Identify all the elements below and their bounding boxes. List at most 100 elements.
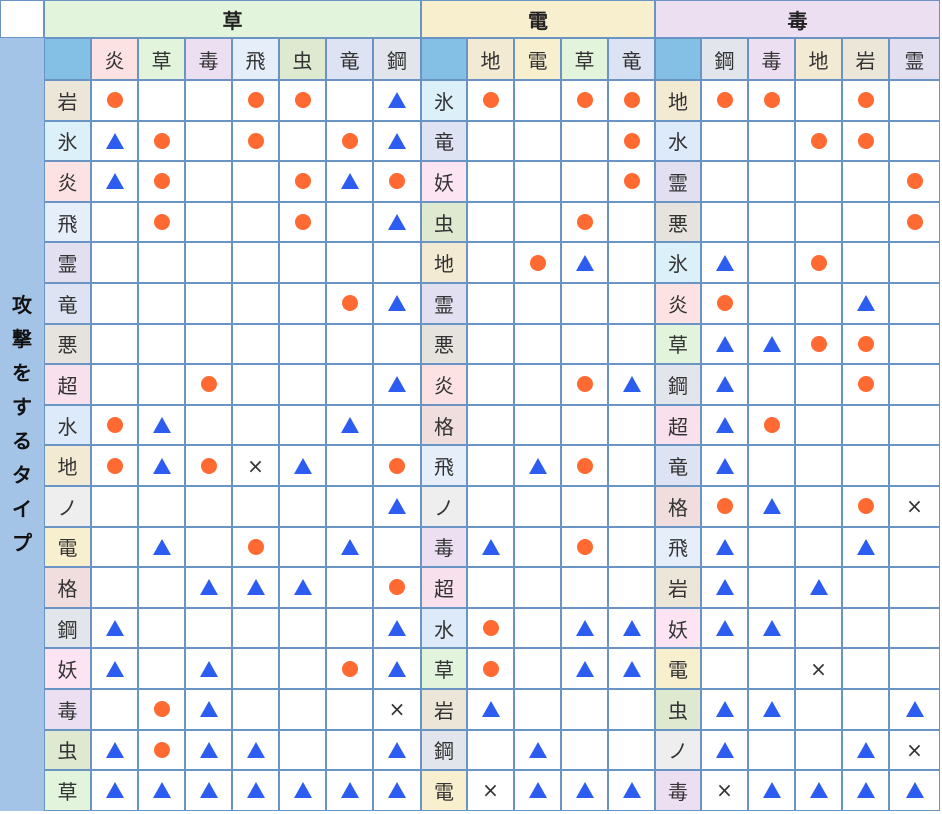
table-cell	[514, 486, 561, 527]
triangle-mark	[809, 579, 828, 596]
table-cell	[232, 648, 279, 689]
attacking-type-label: 悪	[421, 323, 467, 365]
circle-mark	[389, 457, 405, 474]
circle-mark	[247, 132, 264, 149]
table-cell	[279, 364, 326, 405]
table-cell	[561, 486, 608, 527]
triangle-mark	[388, 376, 406, 393]
triangle-mark	[528, 741, 547, 758]
table-cell	[232, 486, 279, 527]
attacking-type-label: 霊	[655, 161, 701, 202]
table-cell	[373, 526, 421, 568]
table-cell	[91, 689, 138, 730]
table-cell	[795, 161, 842, 202]
attacking-type-label: ノ	[655, 729, 701, 771]
circle-mark	[106, 92, 123, 109]
table-cell	[748, 486, 795, 527]
table-cell	[326, 607, 373, 649]
table-cell	[467, 729, 514, 771]
table-cell	[326, 80, 373, 121]
table-cell	[561, 729, 608, 771]
table-cell	[326, 323, 373, 365]
circle-mark	[857, 92, 874, 109]
attacking-type-label: 飛	[44, 201, 91, 243]
table-cell	[795, 729, 842, 771]
table-cell	[279, 486, 326, 527]
circle-mark	[810, 132, 827, 149]
table-cell	[373, 729, 421, 771]
table-cell	[561, 648, 608, 689]
table-cell	[467, 364, 514, 405]
attacking-type-label: 飛	[655, 526, 701, 568]
attacking-type-label: 虫	[421, 201, 467, 243]
circle-mark	[857, 132, 874, 149]
table-cell	[748, 648, 795, 689]
header-corner	[421, 38, 467, 80]
triangle-mark	[105, 620, 124, 637]
triangle-mark	[199, 660, 218, 677]
attacking-type-label: 草	[44, 770, 91, 811]
table-cell	[701, 120, 748, 162]
table-cell	[138, 364, 185, 405]
defending-type-header: 地	[467, 38, 514, 80]
table-cell	[561, 526, 608, 568]
table-cell	[561, 80, 608, 121]
table-cell	[795, 283, 842, 324]
corner-blank	[0, 0, 44, 38]
table-cell	[701, 404, 748, 446]
table-cell	[748, 201, 795, 243]
circle-mark	[623, 173, 640, 190]
table-cell	[185, 323, 232, 365]
table-cell: ×	[795, 648, 842, 689]
table-cell	[701, 201, 748, 243]
attacking-type-label: 炎	[655, 283, 701, 324]
table-cell	[185, 486, 232, 527]
table-cell	[91, 567, 138, 608]
triangle-mark	[199, 782, 218, 799]
table-cell	[138, 201, 185, 243]
table-cell	[279, 689, 326, 730]
triangle-mark	[388, 782, 406, 799]
defending-type-header: 鋼	[373, 38, 421, 80]
attacking-type-label: 電	[421, 770, 467, 811]
table-cell	[561, 445, 608, 486]
table-cell	[889, 404, 940, 446]
triangle-mark	[762, 620, 781, 637]
table-cell	[91, 364, 138, 405]
table-cell	[514, 323, 561, 365]
table-cell	[889, 364, 940, 405]
triangle-mark	[105, 782, 124, 799]
triangle-mark	[575, 660, 594, 677]
table-cell	[185, 607, 232, 649]
table-cell	[795, 567, 842, 608]
triangle-mark	[388, 660, 406, 677]
table-cell	[795, 80, 842, 121]
table-cell	[889, 770, 940, 811]
attacking-type-label: 電	[44, 526, 91, 568]
circle-mark	[153, 132, 170, 149]
table-cell	[373, 445, 421, 486]
attacking-type-label: 氷	[421, 80, 467, 121]
table-cell	[514, 526, 561, 568]
table-cell	[467, 201, 514, 243]
triangle-mark	[715, 254, 734, 271]
triangle-mark	[528, 457, 547, 474]
side-label-char: プ	[12, 531, 32, 556]
table-cell	[842, 283, 889, 324]
table-cell	[514, 120, 561, 162]
table-cell	[842, 364, 889, 405]
triangle-mark	[575, 782, 594, 799]
table-cell	[748, 283, 795, 324]
table-cell	[279, 404, 326, 446]
table-cell	[185, 689, 232, 730]
header-corner	[44, 38, 91, 80]
triangle-mark	[293, 782, 312, 799]
defending-type-header: 地	[795, 38, 842, 80]
table-cell	[514, 770, 561, 811]
defending-type-header: 虫	[279, 38, 326, 80]
attacking-type-label: 氷	[44, 120, 91, 162]
table-cell	[373, 283, 421, 324]
triangle-mark	[715, 579, 734, 596]
table-cell	[326, 120, 373, 162]
table-cell	[467, 486, 514, 527]
